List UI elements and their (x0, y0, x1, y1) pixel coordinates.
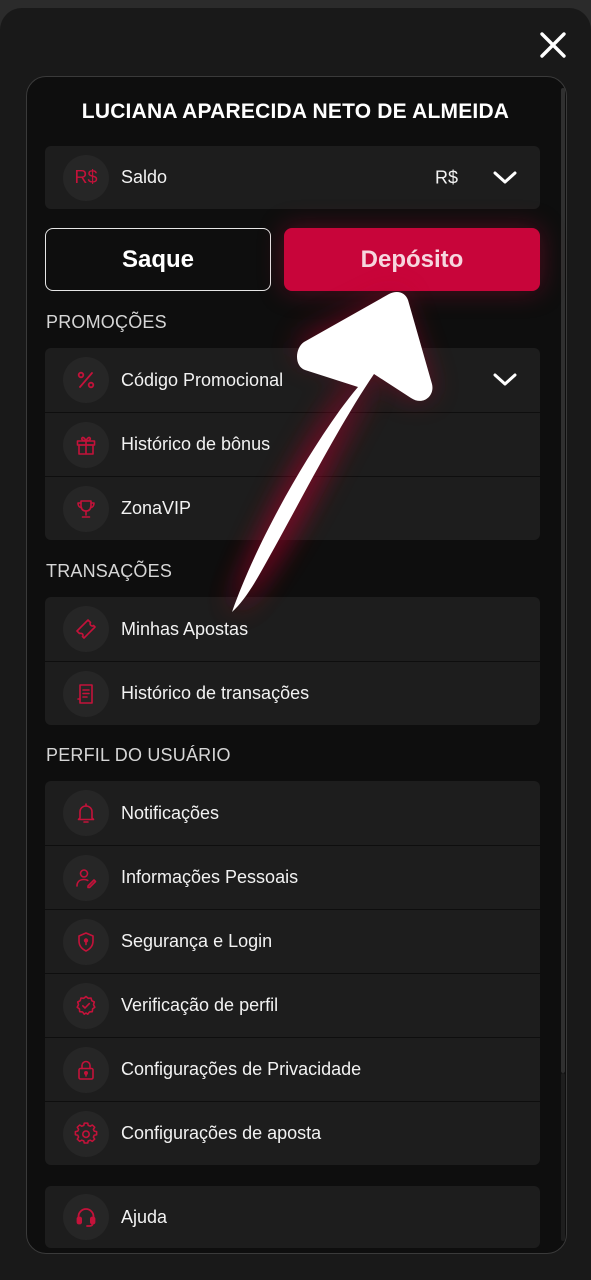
menu-item-profile-verification[interactable]: Verificação de perfil (45, 973, 540, 1037)
help-card: Ajuda (45, 1186, 540, 1248)
menu-item-label: Minhas Apostas (121, 618, 249, 639)
menu-item-zonavip[interactable]: ZonaVIP (45, 476, 540, 540)
gift-icon (63, 421, 109, 468)
menu-item-personal-info[interactable]: Informações Pessoais (45, 845, 540, 909)
close-button[interactable] (536, 28, 570, 62)
chevron-down-icon[interactable] (492, 170, 518, 186)
promotions-card: Código Promocional Histórico de bônus Zo… (45, 348, 540, 540)
section-title-promotions: PROMOÇÕES (46, 312, 167, 332)
lock-icon (63, 1046, 109, 1093)
menu-item-label: Segurança e Login (121, 931, 273, 951)
menu-item-notifications[interactable]: Notificações (45, 781, 540, 845)
menu-item-privacy-settings[interactable]: Configurações de Privacidade (45, 1037, 540, 1101)
balance-row[interactable]: R$ Saldo R$ (45, 146, 540, 209)
menu-item-label: ZonaVIP (121, 498, 192, 518)
percent-icon (63, 357, 109, 403)
menu-item-label: Configurações de aposta (121, 1123, 322, 1143)
menu-item-label: Verificação de perfil (121, 995, 279, 1015)
verified-badge-icon (63, 982, 109, 1029)
menu-item-bonus-history[interactable]: Histórico de bônus (45, 412, 540, 476)
balance-card: R$ Saldo R$ (45, 146, 540, 209)
menu-item-label: Notificações (121, 802, 220, 823)
scrollbar-thumb[interactable] (561, 88, 565, 1073)
bell-icon (63, 790, 109, 836)
menu-item-label: Ajuda (121, 1206, 168, 1227)
menu-item-promo-code[interactable]: Código Promocional (45, 348, 540, 412)
section-title-profile: PERFIL DO USUÁRIO (46, 745, 231, 765)
ticket-icon (63, 606, 109, 652)
menu-item-label: Histórico de transações (121, 683, 310, 703)
menu-item-security-login[interactable]: Segurança e Login (45, 909, 540, 973)
withdraw-button[interactable]: Saque (45, 228, 271, 291)
headset-icon (63, 1194, 109, 1240)
menu-item-my-bets[interactable]: Minhas Apostas (45, 597, 540, 661)
menu-item-label: Configurações de Privacidade (121, 1059, 362, 1079)
menu-item-help[interactable]: Ajuda (45, 1186, 540, 1248)
trophy-icon (63, 485, 109, 532)
scrollbar-track (561, 1073, 565, 1241)
menu-item-label: Código Promocional (121, 369, 284, 390)
menu-item-label: Informações Pessoais (121, 867, 299, 887)
balance-currency: R$ (434, 167, 458, 187)
shield-icon (63, 918, 109, 965)
chevron-down-icon[interactable] (492, 372, 518, 388)
receipt-icon (63, 670, 109, 717)
currency-icon-text: R$ (74, 167, 98, 187)
deposit-button[interactable]: Depósito (284, 228, 540, 291)
user-edit-icon (63, 854, 109, 901)
currency-icon: R$ (63, 154, 109, 201)
menu-item-transaction-history[interactable]: Histórico de transações (45, 661, 540, 725)
menu-item-bet-settings[interactable]: Configurações de aposta (45, 1101, 540, 1165)
profile-card: Notificações Informações Pessoais Segura… (45, 781, 540, 1165)
section-title-transactions: TRANSAÇÕES (46, 561, 173, 581)
menu-item-label: Histórico de bônus (121, 434, 271, 454)
balance-label: Saldo (121, 167, 168, 187)
user-name: LUCIANA APARECIDA NETO DE ALMEIDA (81, 100, 510, 123)
close-icon (540, 32, 566, 58)
transactions-card: Minhas Apostas Histórico de transações (45, 597, 540, 725)
gear-icon (63, 1110, 109, 1157)
